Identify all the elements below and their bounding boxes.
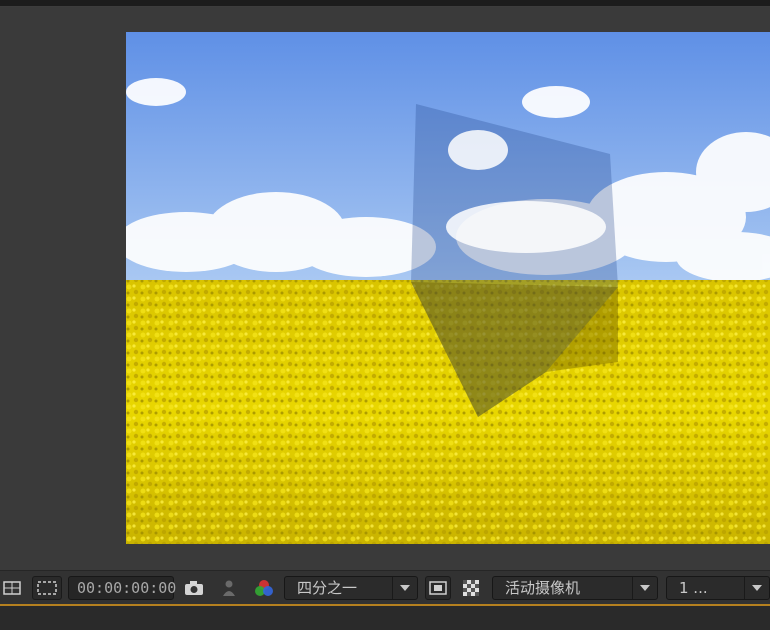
view-layout-select[interactable]: 1 ... [666, 576, 770, 600]
resolution-value: 四分之一 [297, 579, 358, 597]
fast-preview-icon[interactable] [425, 576, 451, 600]
composition-viewer[interactable] [0, 7, 770, 570]
person-icon[interactable] [216, 576, 242, 600]
rgb-channels-icon[interactable] [250, 576, 278, 600]
timecode-field[interactable]: 00:00:00:00 [68, 576, 176, 600]
composition-frame[interactable] [126, 32, 770, 544]
chevron-down-icon[interactable] [392, 577, 417, 599]
region-of-interest-icon[interactable] [0, 576, 26, 600]
chevron-down-icon[interactable] [632, 577, 657, 599]
camera-value: 活动摄像机 [505, 579, 581, 597]
camera-select[interactable]: 活动摄像机 [492, 576, 658, 600]
composition-image [126, 32, 770, 544]
camera-icon[interactable] [180, 576, 208, 600]
viewer-toolbar: 00:00:00:00 四分之一 活动摄像机 1 ... [0, 570, 770, 605]
panel-bottom-strip [0, 604, 770, 630]
view-layout-value: 1 ... [679, 579, 708, 597]
panel-top-strip [0, 0, 770, 7]
checkerboard-icon[interactable] [458, 576, 484, 600]
transparency-grid-icon[interactable] [32, 576, 62, 600]
resolution-select[interactable]: 四分之一 [284, 576, 418, 600]
chevron-down-icon[interactable] [744, 577, 769, 599]
